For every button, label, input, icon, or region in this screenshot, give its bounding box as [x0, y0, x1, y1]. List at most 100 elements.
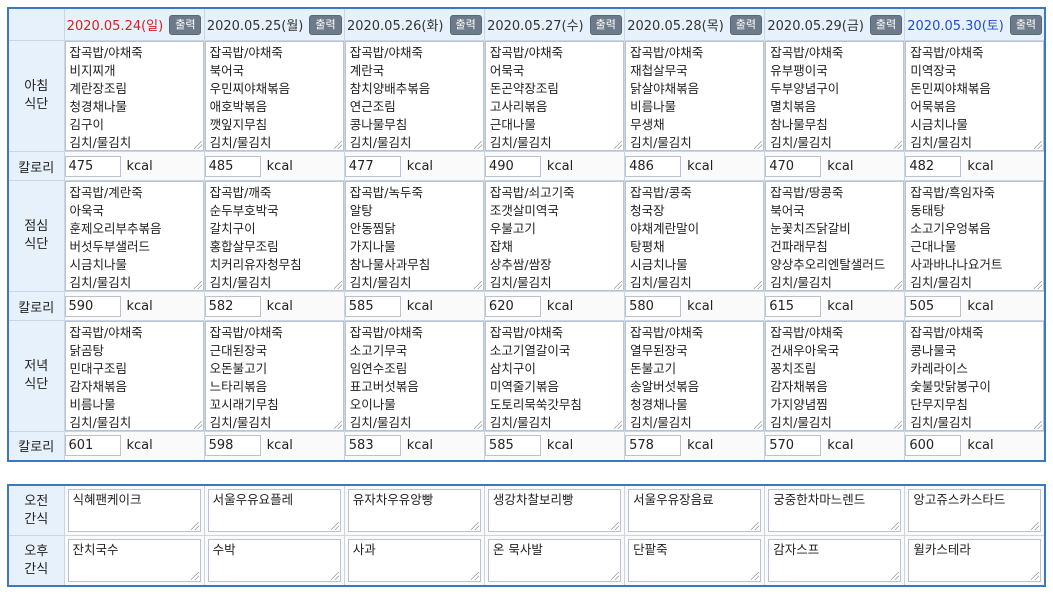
day-header-content: 2020.05.27(수) 출력 — [485, 9, 624, 40]
resize-grip-icon[interactable] — [190, 572, 199, 580]
snack-textarea[interactable]: 온 묵사발 — [487, 539, 622, 582]
resize-grip-icon[interactable] — [751, 572, 760, 580]
resize-grip-icon[interactable] — [611, 522, 620, 530]
resize-grip-icon[interactable] — [333, 421, 342, 429]
menu-textarea[interactable]: 잡곡밥/흑임자죽 동태탕 소고기우엉볶음 근대나물 사과바나나요거트 김치/물김치 — [905, 181, 1044, 291]
menu-textarea[interactable]: 잡곡밥/쇠고기죽 조갯살미역국 우불고기 잡채 상추쌈/쌈장 김치/물김치 — [484, 181, 625, 291]
menu-textarea[interactable]: 잡곡밥/계란죽 아욱국 훈제오리부추볶음 버섯두부샐러드 시금치나물 김치/물김치 — [64, 181, 204, 291]
resize-grip-icon[interactable] — [473, 141, 482, 149]
menu-textarea[interactable]: 잡곡밥/야채죽 미역장국 돈민찌야채볶음 어묵볶음 시금치나물 김치/물김치 — [905, 41, 1044, 151]
resize-grip-icon[interactable] — [330, 572, 339, 580]
calorie-input[interactable]: 470 — [765, 155, 822, 177]
resize-grip-icon[interactable] — [193, 141, 202, 149]
resize-grip-icon[interactable] — [1034, 421, 1042, 429]
snack-textarea[interactable]: 생강차찰보리빵 — [487, 489, 622, 532]
menu-textarea[interactable]: 잡곡밥/야채죽 유부팽이국 두부양념구이 멸치볶음 참나물무침 김치/물김치 — [765, 41, 905, 151]
snack-textarea[interactable]: 서울우유장음료 — [628, 489, 762, 532]
resize-grip-icon[interactable] — [193, 281, 202, 289]
resize-grip-icon[interactable] — [193, 421, 202, 429]
menu-textarea[interactable]: 잡곡밥/야채죽 계란국 참치양배추볶음 연근조림 콩나물무침 김치/물김치 — [344, 41, 484, 151]
menu-textarea[interactable]: 잡곡밥/야채죽 소고기열갈이국 삼치구이 미역줄기볶음 도토리묵쑥갓무침 김치/물김치 — [484, 321, 625, 431]
snack-textarea[interactable]: 단팥죽 — [628, 539, 762, 582]
print-button[interactable]: 출력 — [169, 14, 202, 35]
resize-grip-icon[interactable] — [614, 421, 623, 429]
calorie-input[interactable]: 620 — [484, 295, 541, 317]
snack-textarea[interactable]: 감자스프 — [768, 539, 902, 582]
calorie-input[interactable]: 598 — [204, 435, 261, 457]
snack-textarea[interactable]: 궁중한차마느렌드 — [768, 489, 902, 532]
resize-grip-icon[interactable] — [894, 281, 903, 289]
calorie-input[interactable]: 578 — [625, 435, 682, 457]
menu-textarea[interactable]: 잡곡밥/야채죽 북어국 우민찌야채볶음 애호박볶음 깻잎지무침 김치/물김치 — [204, 41, 344, 151]
calorie-input[interactable]: 490 — [484, 155, 541, 177]
calorie-input[interactable]: 482 — [905, 155, 962, 177]
resize-grip-icon[interactable] — [891, 522, 900, 530]
snack-textarea[interactable]: 서울우유요플레 — [207, 489, 341, 532]
resize-grip-icon[interactable] — [611, 572, 620, 580]
resize-grip-icon[interactable] — [190, 522, 199, 530]
snack-textarea[interactable]: 수박 — [207, 539, 341, 582]
snack-textarea[interactable]: 식혜팬케이크 — [67, 489, 201, 532]
resize-grip-icon[interactable] — [894, 141, 903, 149]
menu-textarea[interactable]: 잡곡밥/야채죽 재첩살무국 닭살야채볶음 비름나물 무생채 김치/물김치 — [625, 41, 765, 151]
resize-grip-icon[interactable] — [1034, 281, 1042, 289]
print-button[interactable]: 출력 — [589, 14, 622, 35]
calorie-input[interactable]: 585 — [344, 295, 401, 317]
calorie-input[interactable]: 601 — [64, 435, 121, 457]
calorie-input[interactable]: 570 — [765, 435, 822, 457]
calorie-input[interactable]: 590 — [64, 295, 121, 317]
calorie-input[interactable]: 583 — [344, 435, 401, 457]
print-button[interactable]: 출력 — [309, 14, 342, 35]
resize-grip-icon[interactable] — [330, 522, 339, 530]
menu-textarea[interactable]: 잡곡밥/야채죽 열무된장국 돈불고기 송알버섯볶음 청경채나물 김치/물김치 — [625, 321, 765, 431]
calorie-input[interactable]: 505 — [905, 295, 962, 317]
calorie-input[interactable]: 475 — [64, 155, 121, 177]
menu-textarea[interactable]: 잡곡밥/야채죽 콩나물국 카레라이스 숯불맛닭봉구이 단무지무침 김치/물김치 — [905, 321, 1044, 431]
menu-textarea[interactable]: 잡곡밥/야채죽 소고기무국 임연수조림 표고버섯볶음 오이나물 김치/물김치 — [344, 321, 484, 431]
resize-grip-icon[interactable] — [614, 141, 623, 149]
calorie-input[interactable]: 615 — [765, 295, 822, 317]
snack-textarea[interactable]: 잔치국수 — [67, 539, 201, 582]
menu-textarea[interactable]: 잡곡밥/콩죽 청국장 야채계란말이 탕평채 시금치나물 김치/물김치 — [625, 181, 765, 291]
snack-textarea[interactable]: 사과 — [347, 539, 481, 582]
snack-textarea[interactable]: 윌카스테라 — [908, 539, 1041, 582]
resize-grip-icon[interactable] — [1034, 141, 1042, 149]
calorie-input[interactable]: 580 — [625, 295, 682, 317]
resize-grip-icon[interactable] — [754, 281, 763, 289]
snack-textarea[interactable]: 앙고쥬스카스타드 — [908, 489, 1041, 532]
menu-textarea[interactable]: 잡곡밥/야채죽 건새우아욱국 꽁치조림 감자채볶음 가지양념찜 김치/물김치 — [765, 321, 905, 431]
calorie-input[interactable]: 585 — [484, 435, 541, 457]
resize-grip-icon[interactable] — [1031, 572, 1039, 580]
resize-grip-icon[interactable] — [1031, 522, 1039, 530]
print-button[interactable]: 출력 — [869, 14, 903, 35]
menu-textarea[interactable]: 잡곡밥/야채죽 비지찌개 계란장조림 청경채나물 김구이 김치/물김치 — [64, 41, 204, 151]
calorie-input[interactable]: 486 — [625, 155, 682, 177]
menu-textarea[interactable]: 잡곡밥/야채죽 어묵국 돈곤약장조림 고사리볶음 근대나물 김치/물김치 — [484, 41, 625, 151]
resize-grip-icon[interactable] — [473, 281, 482, 289]
resize-grip-icon[interactable] — [333, 141, 342, 149]
resize-grip-icon[interactable] — [751, 522, 760, 530]
resize-grip-icon[interactable] — [614, 281, 623, 289]
resize-grip-icon[interactable] — [333, 281, 342, 289]
resize-grip-icon[interactable] — [470, 522, 479, 530]
calorie-input[interactable]: 477 — [344, 155, 401, 177]
print-button[interactable]: 출력 — [1009, 14, 1043, 35]
resize-grip-icon[interactable] — [470, 572, 479, 580]
resize-grip-icon[interactable] — [754, 421, 763, 429]
menu-textarea[interactable]: 잡곡밥/녹두죽 알탕 안동찜닭 가지나물 참나물사과무침 김치/물김치 — [344, 181, 484, 291]
menu-textarea[interactable]: 잡곡밥/땅콩죽 북어국 눈꽃치즈닭갈비 건파래무침 양상추오리엔탈샐러드 김치/물김치 — [765, 181, 905, 291]
menu-textarea[interactable]: 잡곡밥/깨죽 순두부호박국 갈치구이 홍합살무조림 치커리유자청무침 김치/물김치 — [204, 181, 344, 291]
calorie-input[interactable]: 582 — [204, 295, 261, 317]
print-button[interactable]: 출력 — [449, 14, 482, 35]
calorie-input[interactable]: 600 — [905, 435, 962, 457]
menu-textarea[interactable]: 잡곡밥/야채죽 닭곰탕 민대구조림 감자채볶음 비름나물 김치/물김치 — [64, 321, 204, 431]
resize-grip-icon[interactable] — [894, 421, 903, 429]
print-button[interactable]: 출력 — [729, 14, 763, 35]
resize-grip-icon[interactable] — [891, 572, 900, 580]
menu-cell: 잡곡밥/야채죽 어묵국 돈곤약장조림 고사리볶음 근대나물 김치/물김치 — [483, 40, 626, 152]
snack-textarea[interactable]: 유자차우유앙빵 — [347, 489, 481, 532]
menu-textarea[interactable]: 잡곡밥/야채죽 근대된장국 오돈불고기 느타리볶음 꼬시래기무침 김치/물김치 — [204, 321, 344, 431]
resize-grip-icon[interactable] — [473, 421, 482, 429]
calorie-input[interactable]: 485 — [204, 155, 261, 177]
resize-grip-icon[interactable] — [754, 141, 763, 149]
